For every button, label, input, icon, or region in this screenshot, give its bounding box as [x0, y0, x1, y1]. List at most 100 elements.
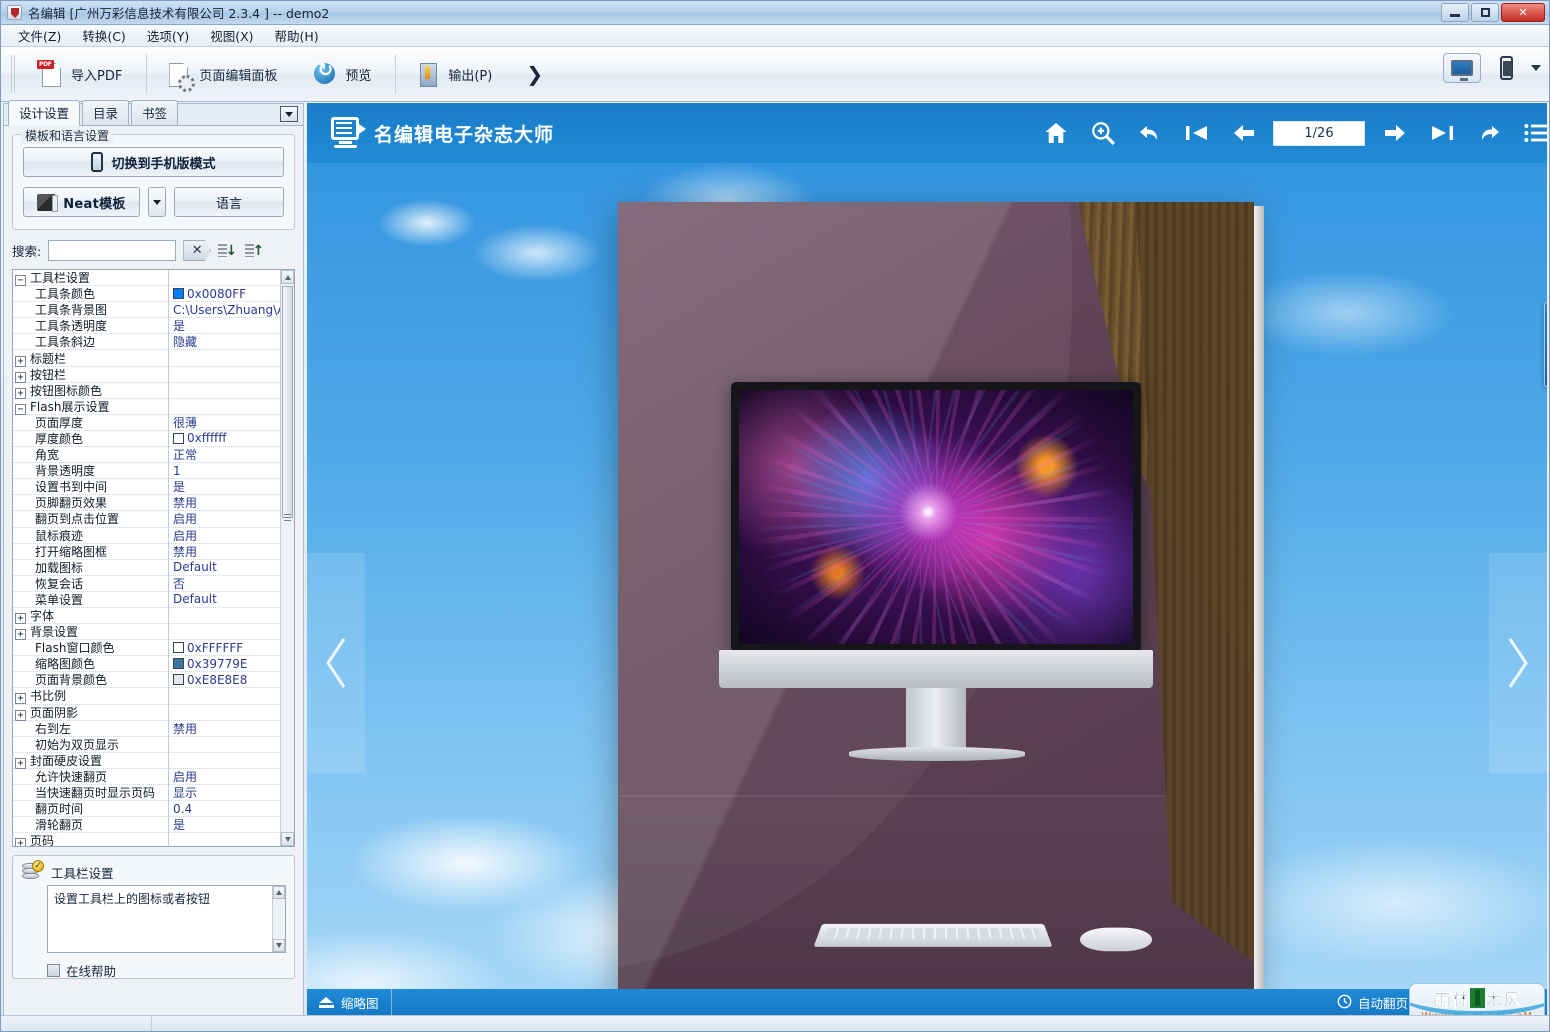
property-value-cell[interactable]: 0xE8E8E8 [169, 673, 280, 687]
template-select-button[interactable]: Neat模板 [23, 187, 140, 217]
page-edit-panel-button[interactable]: 页面编辑面板 [151, 51, 297, 97]
prev-page-icon[interactable] [1220, 103, 1267, 163]
menu-view[interactable]: 视图(X) [201, 23, 262, 48]
property-row[interactable]: 允许快速翻页 启用 [13, 767, 280, 785]
scrollbar-thumb[interactable] [282, 286, 293, 518]
panel-tab-dropdown-button[interactable] [280, 106, 298, 122]
switch-to-mobile-mode-button[interactable]: 切换到手机版模式 [23, 147, 284, 177]
sort-descending-icon[interactable]: ↓ [218, 241, 238, 261]
property-value-cell[interactable]: 禁用 [169, 543, 280, 560]
help-scroll-up-button[interactable] [273, 886, 285, 899]
property-value-cell[interactable]: 显示 [169, 784, 280, 801]
property-row[interactable]: 右到左 禁用 [13, 719, 280, 737]
help-scroll-down-button[interactable] [273, 939, 285, 952]
property-row[interactable]: − Flash展示设置 [13, 397, 280, 415]
property-row[interactable]: 打开缩略图框 禁用 [13, 542, 280, 560]
property-value-cell[interactable]: 是 [169, 816, 280, 833]
search-input[interactable] [48, 240, 177, 261]
preview-button[interactable]: 预览 [297, 51, 391, 97]
property-value-cell[interactable]: Default [169, 592, 280, 606]
property-value-cell[interactable]: 是 [169, 478, 280, 495]
page-indicator-input[interactable]: 1/26 [1273, 120, 1365, 146]
property-row[interactable]: Flash窗口颜色 0xFFFFFF [13, 639, 280, 657]
property-row[interactable]: − 工具栏设置 [13, 270, 280, 287]
thumbnail-toggle-button[interactable]: 缩略图 [307, 989, 392, 1016]
property-value-cell[interactable]: Default [169, 560, 280, 574]
property-value-cell[interactable]: 0xffffff [169, 431, 280, 445]
property-row[interactable]: 翻页时间 0.4 [13, 800, 280, 818]
toolbar-grip[interactable] [11, 55, 15, 93]
import-pdf-button[interactable]: 导入PDF [23, 51, 142, 97]
property-row[interactable]: 厚度颜色 0xffffff [13, 429, 280, 448]
property-row[interactable]: 页面背景颜色 0xE8E8E8 [13, 671, 280, 689]
previous-page-nav-button[interactable] [307, 553, 365, 773]
property-row[interactable]: 初始为双页显示 [13, 735, 280, 753]
scroll-down-button[interactable] [281, 832, 294, 846]
online-help-checkbox[interactable] [47, 964, 60, 977]
property-row[interactable]: 加载图标 Default [13, 558, 280, 576]
property-row[interactable]: 角宽 正常 [13, 446, 280, 464]
property-value-cell[interactable]: 否 [169, 575, 280, 592]
property-row[interactable]: + 页码 [13, 832, 280, 846]
menu-convert[interactable]: 转换(C) [73, 23, 134, 48]
property-row[interactable]: 工具条背景图 C:\Users\Zhuang\App... [13, 301, 280, 319]
property-value-cell[interactable]: 0x0080FF [169, 287, 280, 301]
property-row[interactable]: 缩略图颜色 0x39779E [13, 655, 280, 673]
next-page-nav-button[interactable] [1489, 553, 1547, 773]
expand-icon[interactable]: + [15, 838, 26, 846]
property-row[interactable]: 页脚翻页效果 禁用 [13, 494, 280, 512]
online-help-row[interactable]: 在线帮助 [47, 961, 286, 980]
property-value-cell[interactable]: 启用 [169, 510, 280, 527]
home-icon[interactable] [1032, 103, 1079, 163]
toolbar-more-chevron-icon[interactable]: ❯ [512, 62, 557, 86]
property-row[interactable]: 工具条颜色 0x0080FF [13, 285, 280, 303]
menu-file[interactable]: 文件(Z) [9, 23, 70, 48]
property-value-cell[interactable]: C:\Users\Zhuang\App... [169, 303, 280, 317]
property-row[interactable]: 滑轮翻页 是 [13, 816, 280, 834]
menu-options[interactable]: 选项(Y) [138, 23, 198, 48]
maximize-button[interactable] [1471, 3, 1499, 22]
property-value-cell[interactable]: 很薄 [169, 414, 280, 431]
first-page-icon[interactable] [1173, 103, 1220, 163]
property-row[interactable]: 恢复会话 否 [13, 574, 280, 592]
property-row[interactable]: 菜单设置 Default [13, 590, 280, 608]
toc-side-tab[interactable]: 进入目录页 [1544, 302, 1547, 387]
property-row[interactable]: + 按钮栏 [13, 365, 280, 383]
property-row[interactable]: 翻页到点击位置 启用 [13, 510, 280, 528]
property-row[interactable]: 当快速翻页时显示页码 显示 [13, 784, 280, 802]
property-value-cell[interactable]: 启用 [169, 768, 280, 785]
property-value-cell[interactable]: 0xFFFFFF [169, 641, 280, 655]
property-value-cell[interactable]: 正常 [169, 446, 280, 463]
property-row[interactable]: + 标题栏 [13, 349, 280, 367]
property-row[interactable]: + 字体 [13, 607, 280, 625]
close-button[interactable]: ✕ [1501, 3, 1545, 22]
template-dropdown-button[interactable] [148, 187, 166, 217]
redo-icon[interactable] [1465, 103, 1512, 163]
property-value-cell[interactable]: 隐藏 [169, 333, 280, 350]
language-button[interactable]: 语言 [174, 187, 284, 217]
property-value-cell[interactable]: 0x39779E [169, 657, 280, 671]
sort-ascending-icon[interactable]: ↑ [245, 241, 265, 261]
zoom-in-icon[interactable] [1079, 103, 1126, 163]
property-row[interactable]: + 封面硬皮设置 [13, 751, 280, 769]
tab-contents[interactable]: 目录 [82, 100, 130, 125]
property-row[interactable]: 页面厚度 很薄 [13, 413, 280, 431]
table-of-contents-icon[interactable] [1512, 103, 1547, 163]
menu-help[interactable]: 帮助(H) [266, 23, 328, 48]
property-row[interactable]: 设置书到中间 是 [13, 478, 280, 496]
magazine-page[interactable] [618, 202, 1264, 1016]
scroll-up-button[interactable] [281, 270, 294, 284]
last-page-icon[interactable] [1418, 103, 1465, 163]
desktop-mode-button[interactable] [1443, 53, 1481, 83]
property-row[interactable]: 工具条斜边 隐藏 [13, 333, 280, 351]
property-row[interactable]: + 按钮图标颜色 [13, 381, 280, 399]
next-page-icon[interactable] [1371, 103, 1418, 163]
property-value-cell[interactable]: 启用 [169, 527, 280, 544]
property-tree-body[interactable]: − 工具栏设置 工具条颜色 0x0080FF 工具条背景图 C:\Users\Zhuang… [13, 270, 280, 846]
mobile-mode-button[interactable] [1487, 53, 1525, 83]
tab-bookmarks[interactable]: 书签 [131, 100, 179, 125]
tab-design-settings[interactable]: 设计设置 [8, 100, 81, 126]
property-row[interactable]: + 背景设置 [13, 623, 280, 641]
property-value-cell[interactable]: 禁用 [169, 494, 280, 511]
minimize-button[interactable] [1441, 3, 1469, 22]
